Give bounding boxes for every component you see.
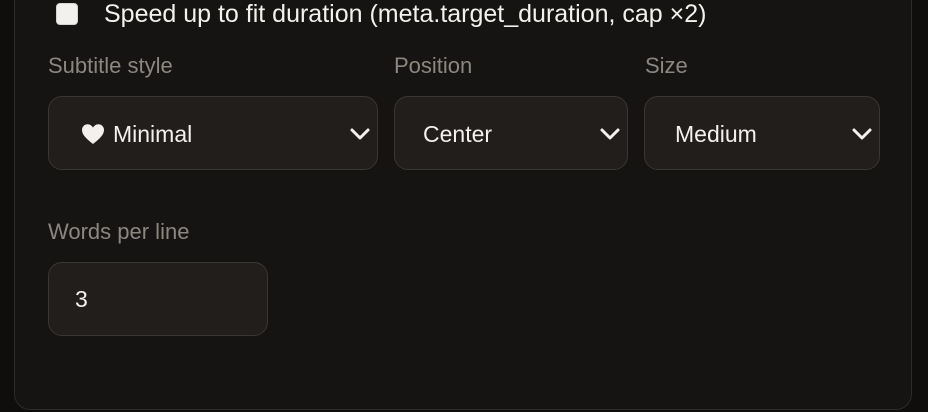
- words-per-line-input[interactable]: [48, 262, 268, 336]
- size-label: Size: [645, 53, 688, 78]
- chevron-down-icon: [852, 128, 872, 140]
- words-per-line-label: Words per line: [48, 219, 190, 244]
- speedup-label: Speed up to fit duration (meta.target_du…: [104, 0, 707, 28]
- subtitle-style-value: Minimal: [113, 121, 193, 147]
- speedup-checkbox[interactable]: [56, 3, 78, 25]
- speedup-option[interactable]: Speed up to fit duration (meta.target_du…: [56, 0, 706, 28]
- position-label: Position: [394, 53, 473, 78]
- size-value: Medium: [675, 121, 757, 147]
- subtitle-style-value-wrap: Minimal: [77, 121, 192, 147]
- white-heart-icon: [82, 124, 104, 144]
- subtitle-style-select[interactable]: Minimal: [48, 96, 378, 170]
- chevron-down-icon: [600, 128, 620, 140]
- position-select[interactable]: Center: [394, 96, 628, 170]
- chevron-down-icon: [350, 128, 370, 140]
- size-select[interactable]: Medium: [644, 96, 880, 170]
- position-value: Center: [423, 121, 493, 147]
- subtitle-style-label: Subtitle style: [48, 53, 173, 78]
